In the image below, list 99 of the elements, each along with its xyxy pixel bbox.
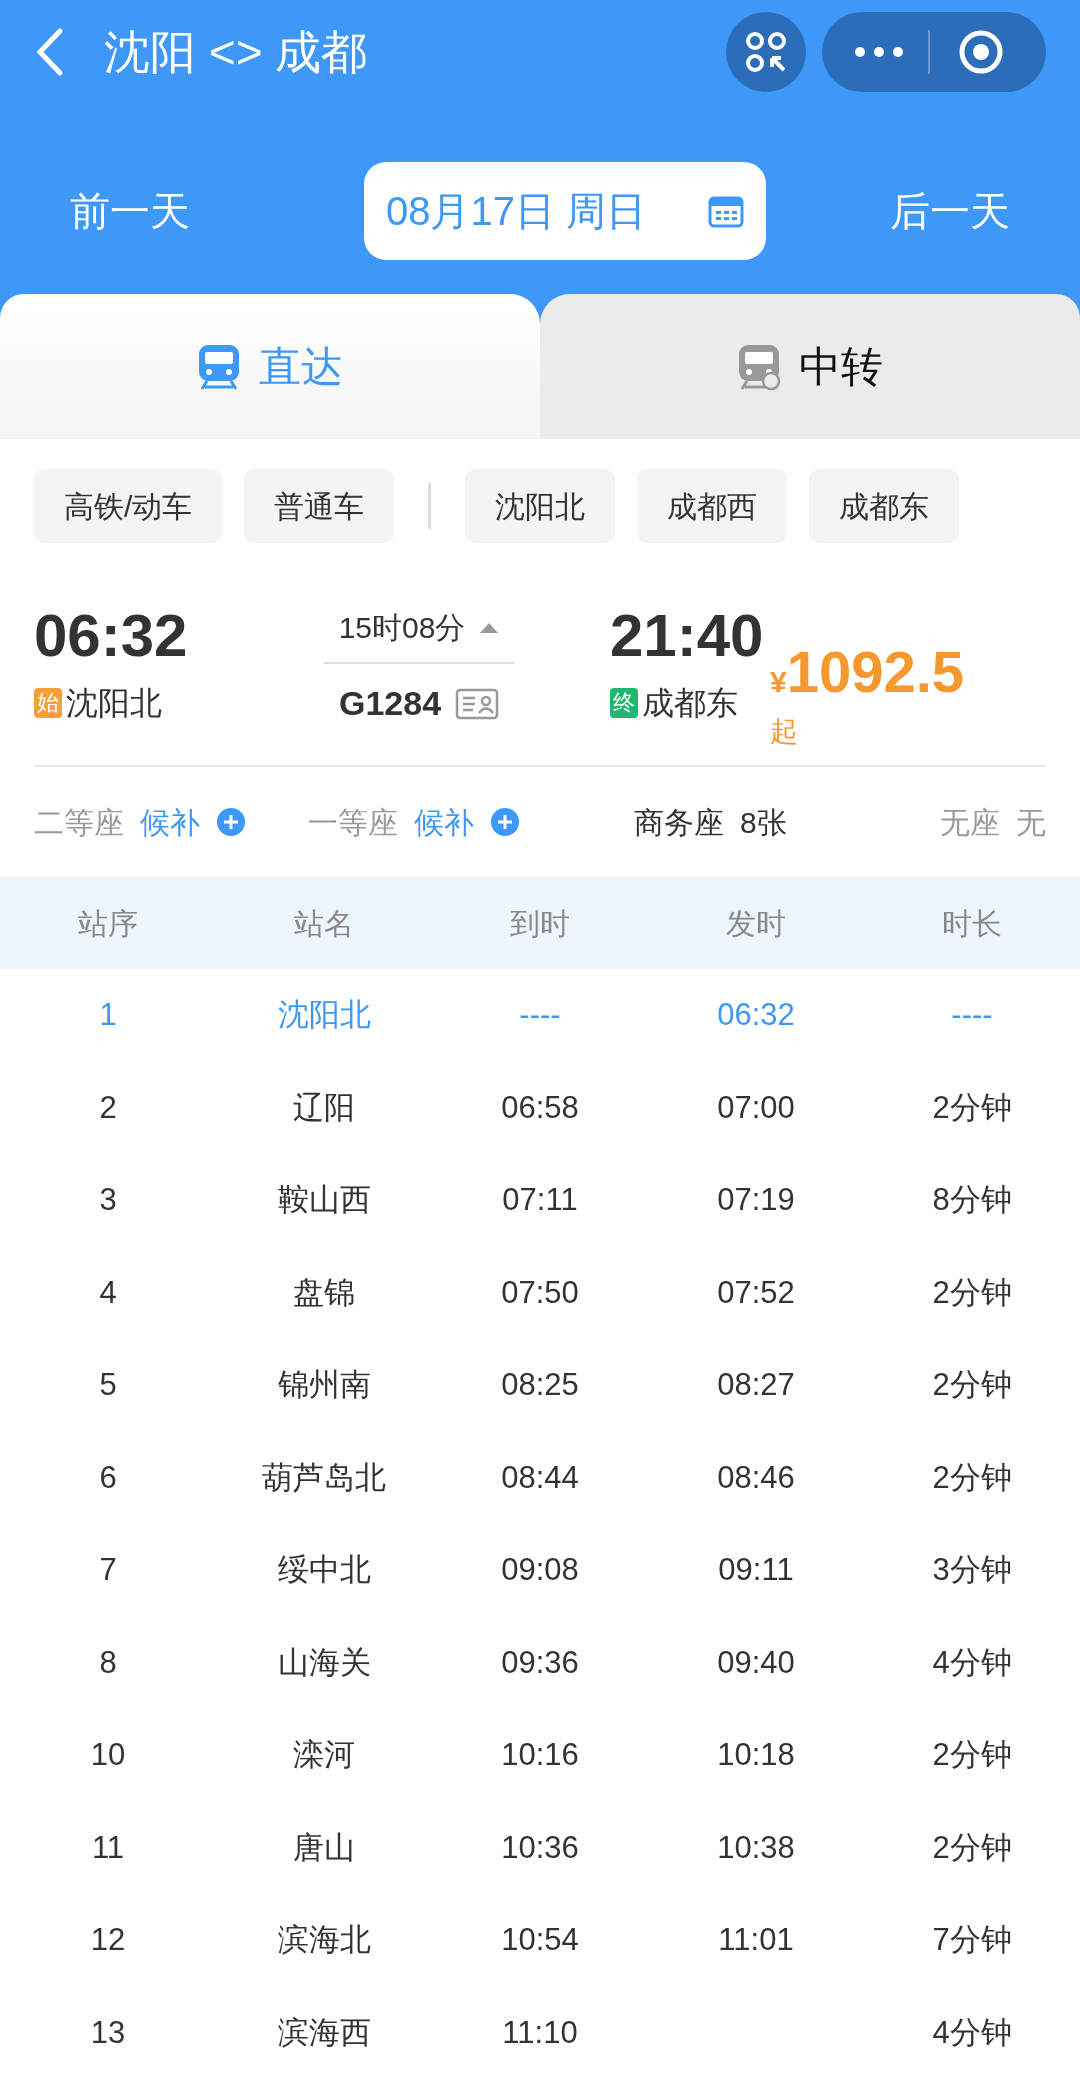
table-cell-text: 滨海西 [277,2013,371,2052]
arrival-station: 成都东 [642,684,738,723]
filter-chip[interactable]: 沈阳北 [465,469,616,543]
table-cell-text: 11 [91,1828,125,1867]
table-cell-text: 7分钟 [932,1921,1012,1959]
table-cell-text: 2分钟 [932,1458,1012,1497]
table-cell-text: 08:46 [717,1458,795,1497]
add-icon[interactable] [216,807,246,837]
table-cell-text: 2分钟 [932,1273,1012,1312]
table-cell-text: 08:44 [501,1458,579,1497]
table-cell-text: 沈阳北 [277,996,371,1034]
seat-class: 二等座 [34,804,124,841]
table-cell-text: ---- [951,996,993,1034]
add-icon[interactable] [490,807,520,837]
train-number: G1284 [338,683,442,724]
table-cell-text: 山海关 [277,1643,371,1682]
caret-icon[interactable] [479,621,500,634]
column-header: 时长 [942,905,1002,942]
price: 1092.5 [786,639,965,705]
table-cell-text: 10:18 [717,1736,795,1774]
filter-chip[interactable]: 高铁/动车 [34,469,223,543]
table-cell-text: 07:11 [502,1181,578,1219]
table-cell-text: 09:11 [718,1551,794,1589]
seat-class: 商务座 [634,804,724,841]
table-cell-text: 11:01 [718,1921,794,1959]
table-cell-text: 10:16 [501,1736,579,1774]
table-cell-text: 2分钟 [932,1088,1012,1127]
table-cell-text: 5 [99,1366,117,1404]
train-icon [197,342,241,391]
seat-count: 无 [1016,804,1046,841]
table-cell-text: 13 [90,2013,126,2052]
table-cell-text: 3分钟 [932,1551,1012,1589]
column-header: 站序 [78,905,138,942]
table-cell-text: 滦河 [293,1736,355,1774]
close-icon[interactable] [958,29,1004,75]
table-cell-text: 10:54 [501,1921,579,1959]
table-cell-text: 10 [90,1736,126,1774]
table-cell-text: 6 [99,1458,117,1497]
table-cell-text: 7 [99,1551,117,1589]
back-icon[interactable] [34,27,64,77]
table-cell-text: 07:52 [717,1273,795,1312]
table-cell-text: 08:27 [717,1366,795,1404]
table-cell-text: 1 [99,996,117,1034]
table-cell-text: 8 [99,1643,117,1682]
terminus-tag: 终 [610,688,638,718]
table-cell-text: 09:36 [501,1643,579,1682]
table-cell-text: 10:38 [717,1828,795,1867]
seat-class: 无座 [940,804,1000,841]
seat-class: 一等座 [308,804,398,841]
filter-chip[interactable]: 成都西 [637,469,788,543]
origin-tag: 始 [34,688,62,718]
table-cell-text: 10:36 [501,1828,579,1867]
column-header: 站名 [294,905,354,942]
table-cell-text: 2 [99,1088,117,1127]
table-cell-text: 06:32 [717,996,795,1034]
table-cell-text: 11:10 [502,2013,578,2052]
table-cell-text: 2分钟 [932,1736,1012,1774]
table-cell-text: 绥中北 [277,1551,371,1589]
table-cell-text: ---- [519,996,561,1034]
table-cell-text: 4分钟 [932,1643,1012,1682]
column-header: 到时 [510,905,570,942]
table-cell-text: 3 [99,1181,117,1219]
tab[interactable]: 中转 [540,294,1080,439]
departure-station: 沈阳北 [66,684,162,723]
table-cell-text: 葫芦岛北 [262,1458,386,1497]
more-icon[interactable] [854,46,904,58]
miniprogram-icon[interactable] [726,12,806,92]
currency-symbol: ¥ [770,665,787,700]
filter-chip[interactable]: 普通车 [244,469,395,543]
price-suffix: 起 [770,715,799,749]
departure-time: 06:32 [34,601,189,671]
table-cell-text: 09:40 [717,1643,795,1682]
seat-count: 8张 [740,804,787,841]
train-icon [737,342,781,391]
table-cell-text: 鞍山西 [277,1181,371,1219]
arrival-time: 21:40 [610,601,765,671]
table-cell-text: 辽阳 [293,1088,355,1127]
table-cell-text: 09:08 [501,1551,579,1589]
column-header: 发时 [726,905,786,942]
table-cell-text: 滨海北 [277,1921,371,1959]
table-cell-text: 07:19 [717,1181,795,1219]
table-cell-text: 锦州南 [277,1366,371,1404]
duration: 15时08分 [338,610,466,646]
table-cell-text: 12 [90,1921,126,1959]
table-cell-text: 4分钟 [932,2013,1012,2052]
table-cell-text: 8分钟 [932,1181,1012,1219]
table-cell-text: 06:58 [501,1088,579,1127]
table-cell-text: 2分钟 [932,1366,1012,1404]
table-cell-text: 07:50 [501,1273,579,1312]
calendar-icon [708,194,744,228]
filter-chip[interactable]: 成都东 [809,469,960,543]
table-cell-text: 2分钟 [932,1828,1012,1867]
table-cell-text: 4 [99,1273,117,1312]
page-title: 沈阳 <> 成都 [104,24,368,80]
table-cell-text: 唐山 [293,1828,355,1867]
table-cell-text: 盘锦 [293,1273,355,1312]
id-card-icon[interactable] [455,687,500,720]
table-cell-text: 08:25 [501,1366,579,1404]
table-cell-text: 07:00 [717,1088,795,1127]
